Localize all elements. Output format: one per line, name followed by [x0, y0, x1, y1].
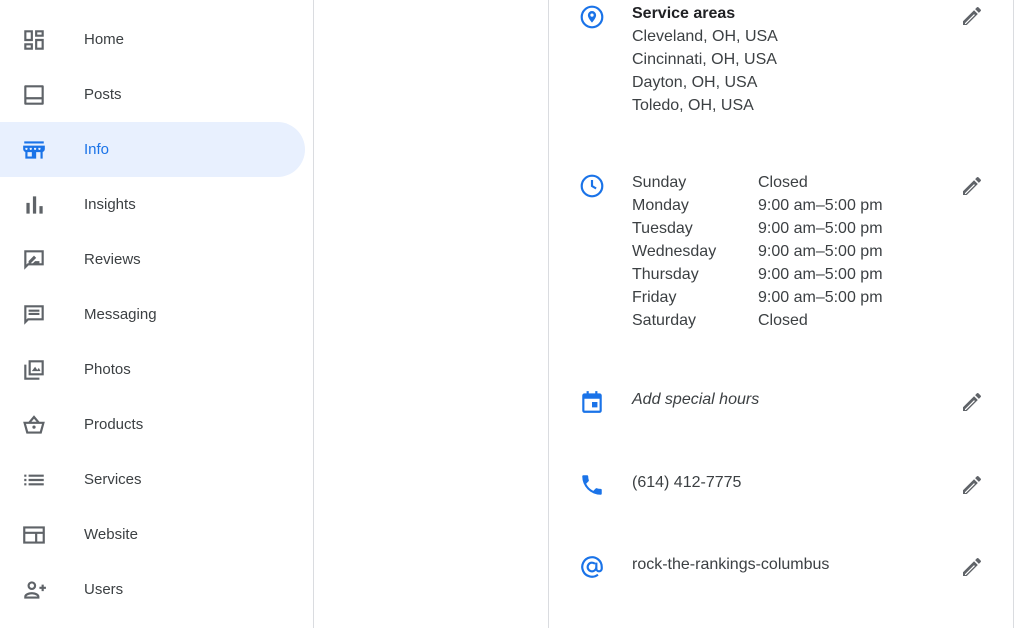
service-area-item: Dayton, OH, USA [632, 74, 758, 91]
sidebar-item-label: Services [84, 471, 142, 488]
sidebar-item-label: Website [84, 526, 138, 543]
message-icon [20, 301, 48, 329]
sidebar-item-home[interactable]: Home [0, 12, 305, 67]
sidebar-item-label: Users [84, 581, 124, 598]
basket-icon [20, 411, 48, 439]
hours-time: 9:00 am–5:00 pm [758, 243, 883, 260]
storefront-icon [20, 136, 48, 164]
clock-icon [578, 172, 606, 200]
hours-day: Thursday [632, 266, 699, 283]
edit-phone-button[interactable] [958, 471, 986, 499]
sidebar-nav: Home Posts Info Insights Reviews Messagi… [0, 0, 314, 628]
service-areas-title: Service areas [632, 5, 736, 22]
hours-day: Sunday [632, 174, 687, 191]
sidebar-item-label: Reviews [84, 251, 141, 268]
dashboard-icon [20, 26, 48, 54]
sidebar-item-label: Home [84, 31, 125, 48]
hours-time: Closed [758, 312, 808, 329]
phone-number: (614) 412-7775 [632, 474, 742, 491]
website-icon [20, 521, 48, 549]
hours-day: Friday [632, 289, 677, 306]
sidebar-item-services[interactable]: Services [0, 452, 305, 507]
service-area-item: Toledo, OH, USA [632, 97, 754, 114]
sidebar-item-users[interactable]: Users [0, 562, 305, 617]
sidebar-item-posts[interactable]: Posts [0, 67, 305, 122]
at-sign-icon [578, 553, 606, 581]
photos-icon [20, 356, 48, 384]
pencil-icon [963, 6, 982, 26]
add-user-icon [20, 576, 48, 604]
short-name: rock-the-rankings-columbus [632, 556, 830, 573]
hours-day: Monday [632, 197, 689, 214]
review-icon [20, 246, 48, 274]
calendar-icon [578, 388, 606, 416]
service-area-item: Cincinnati, OH, USA [632, 51, 777, 68]
hours-time: 9:00 am–5:00 pm [758, 289, 883, 306]
hours-time: 9:00 am–5:00 pm [758, 266, 883, 283]
sidebar-item-products[interactable]: Products [0, 397, 305, 452]
pencil-icon [963, 392, 982, 411]
sidebar-item-insights[interactable]: Insights [0, 177, 305, 232]
edit-short-name-button[interactable] [958, 553, 986, 581]
panel-edge [1013, 0, 1014, 628]
hours-day: Tuesday [632, 220, 693, 237]
sidebar-item-label: Photos [84, 361, 131, 378]
bar-chart-icon [20, 191, 48, 219]
hours-time: 9:00 am–5:00 pm [758, 220, 883, 237]
sidebar-item-label: Insights [84, 196, 136, 213]
sidebar-item-photos[interactable]: Photos [0, 342, 305, 397]
pencil-icon [963, 557, 982, 576]
service-area-item: Cleveland, OH, USA [632, 28, 778, 45]
posts-icon [20, 81, 48, 109]
location-pin-icon [578, 3, 606, 31]
sidebar-item-website[interactable]: Website [0, 507, 305, 562]
pencil-icon [963, 176, 982, 195]
sidebar-item-label: Info [84, 141, 110, 158]
sidebar-item-reviews[interactable]: Reviews [0, 232, 305, 287]
hours-time: Closed [758, 174, 808, 191]
edit-service-areas-button[interactable] [958, 2, 986, 30]
sidebar-item-label: Posts [84, 86, 122, 103]
content-divider [548, 0, 549, 628]
add-special-hours-link[interactable]: Add special hours [632, 388, 759, 411]
phone-icon [578, 471, 606, 499]
sidebar-item-messaging[interactable]: Messaging [0, 287, 305, 342]
list-icon [20, 466, 48, 494]
sidebar-item-label: Messaging [84, 306, 157, 323]
sidebar-item-info[interactable]: Info [0, 122, 305, 177]
sidebar-item-label: Products [84, 416, 144, 433]
hours-day: Wednesday [632, 243, 717, 260]
hours-day: Saturday [632, 312, 697, 329]
pencil-icon [963, 475, 982, 494]
edit-hours-button[interactable] [958, 172, 986, 200]
hours-time: 9:00 am–5:00 pm [758, 197, 883, 214]
edit-special-hours-button[interactable] [958, 388, 986, 416]
